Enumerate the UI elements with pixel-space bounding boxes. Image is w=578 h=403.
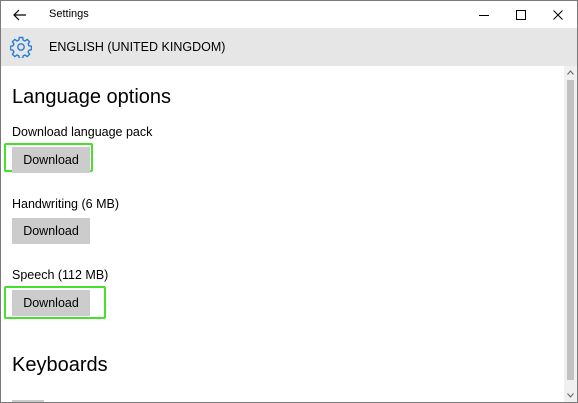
page-title: ENGLISH (UNITED KINGDOM)	[49, 40, 226, 54]
maximize-button[interactable]	[504, 1, 538, 28]
content-area: Language options Download language pack …	[1, 66, 564, 402]
language-pack-label: Download language pack	[12, 125, 153, 139]
minimize-icon	[479, 14, 489, 16]
download-language-pack-button[interactable]: Download	[12, 147, 90, 173]
back-button[interactable]	[1, 1, 39, 28]
keyboards-heading: Keyboards	[12, 354, 108, 376]
speech-label: Speech (112 MB)	[12, 268, 109, 282]
scroll-up-button[interactable]	[564, 66, 577, 79]
scroll-down-button[interactable]	[564, 389, 577, 402]
chevron-down-icon	[567, 393, 574, 398]
minimize-button[interactable]	[467, 1, 501, 28]
scroll-thumb[interactable]	[567, 80, 574, 380]
settings-window: Settings ENGLISH (UNITED KINGDOM) Langua…	[0, 0, 578, 403]
gear-icon	[10, 36, 32, 58]
close-icon	[553, 9, 563, 20]
maximize-icon	[516, 9, 526, 20]
download-handwriting-button[interactable]: Download	[12, 218, 90, 244]
title-bar: Settings	[1, 1, 577, 28]
language-options-heading: Language options	[12, 86, 172, 108]
vertical-scrollbar[interactable]	[564, 66, 577, 402]
handwriting-label: Handwriting (6 MB)	[12, 197, 119, 211]
chevron-up-icon	[567, 70, 574, 75]
back-arrow-icon	[13, 9, 26, 20]
download-speech-button[interactable]: Download	[12, 290, 90, 316]
close-button[interactable]	[541, 1, 575, 28]
window-title: Settings	[49, 8, 89, 20]
page-header: ENGLISH (UNITED KINGDOM)	[1, 28, 577, 66]
